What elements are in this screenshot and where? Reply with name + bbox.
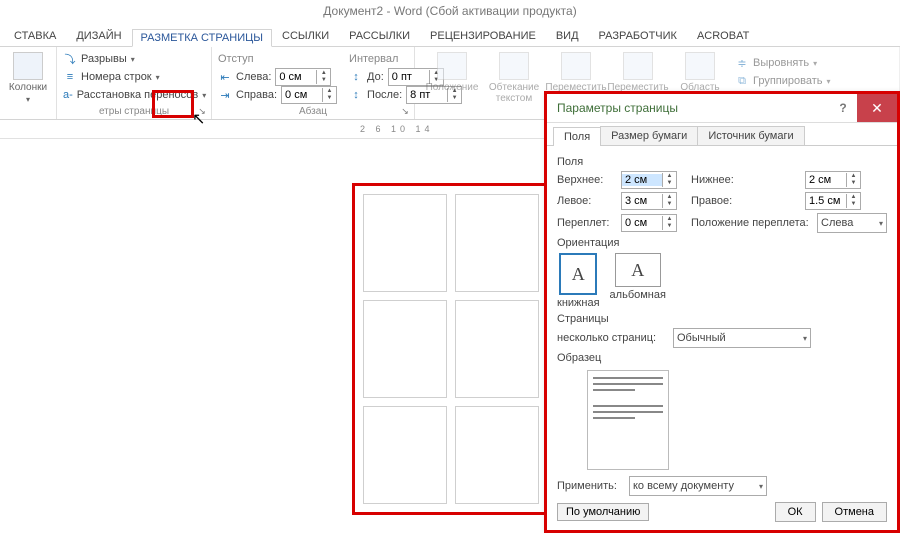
- line-numbers-icon: ≡: [63, 70, 77, 84]
- page-setup-launcher[interactable]: ↘: [196, 105, 208, 117]
- paragraph-launcher[interactable]: ↘: [399, 105, 411, 117]
- pages-section-label: Страницы: [557, 313, 887, 325]
- chevron-down-icon: ▾: [131, 55, 135, 64]
- document-canvas: ↖ Параметры страницы ? ✕ Поля Размер бум…: [0, 139, 900, 514]
- group-paragraph: Отступ ⇤Слева: ▲▼ ⇥Справа: ▲▼ Интервал ↕…: [212, 47, 415, 119]
- landscape-icon: A: [615, 253, 661, 287]
- margin-right-input[interactable]: ▲▼: [805, 192, 861, 210]
- indent-right-icon: ⇥: [218, 88, 232, 102]
- position-button[interactable]: Положение: [421, 50, 483, 106]
- top-label: Верхнее:: [557, 174, 615, 186]
- apply-to-select[interactable]: ко всему документу▾: [629, 476, 767, 496]
- align-icon: ≑: [735, 56, 749, 70]
- backward-icon: [623, 52, 653, 80]
- gutter-position-select[interactable]: Слева▾: [817, 213, 887, 233]
- chevron-down-icon: ▾: [156, 73, 160, 82]
- line-numbers-button[interactable]: ≡Номера строк▾: [63, 68, 205, 86]
- position-icon: [437, 52, 467, 80]
- page-setup-dialog: Параметры страницы ? ✕ Поля Размер бумаг…: [544, 91, 900, 533]
- portrait-icon: A: [559, 253, 597, 295]
- tab-review[interactable]: РЕЦЕНЗИРОВАНИЕ: [420, 26, 546, 46]
- hyphenation-icon: a-: [63, 88, 73, 102]
- ribbon-tabs: СТАВКА ДИЗАЙН РАЗМЕТКА СТРАНИЦЫ ССЫЛКИ Р…: [0, 22, 900, 47]
- tab-insert[interactable]: СТАВКА: [4, 26, 66, 46]
- preview-page: [363, 194, 447, 292]
- indent-left-icon: ⇤: [218, 70, 232, 84]
- launcher-highlight-box: [152, 90, 194, 118]
- dialog-title-text: Параметры страницы: [557, 101, 678, 115]
- tab-mailings[interactable]: РАССЫЛКИ: [339, 26, 420, 46]
- wrap-icon: [499, 52, 529, 80]
- default-button[interactable]: По умолчанию: [557, 503, 649, 521]
- sample-preview: [587, 370, 669, 470]
- gutter-pos-label: Положение переплета:: [691, 217, 811, 229]
- margin-bottom-input[interactable]: ▲▼: [805, 171, 861, 189]
- orientation-portrait[interactable]: Aкнижная: [557, 253, 600, 309]
- cancel-button[interactable]: Отмена: [822, 502, 887, 522]
- chevron-down-icon: ▾: [202, 91, 206, 100]
- tab-view[interactable]: ВИД: [546, 26, 589, 46]
- multi-pages-label: несколько страниц:: [557, 332, 667, 344]
- dialog-help-button[interactable]: ?: [829, 101, 857, 115]
- tab-developer[interactable]: РАЗРАБОТЧИК: [589, 26, 687, 46]
- gutter-input[interactable]: ▲▼: [621, 214, 677, 232]
- multi-page-preview: [352, 183, 550, 515]
- bottom-label: Нижнее:: [691, 174, 799, 186]
- columns-button[interactable]: Колонки ▾: [6, 50, 50, 106]
- preview-page: [455, 406, 539, 504]
- spacing-before-icon: ↕: [349, 70, 363, 84]
- margin-top-input[interactable]: ▲▼: [621, 171, 677, 189]
- sample-section-label: Образец: [557, 352, 887, 364]
- columns-icon: [13, 52, 43, 80]
- paragraph-group-label: Абзац: [218, 106, 408, 117]
- align-button[interactable]: ≑Выровнять▾: [735, 54, 831, 72]
- dialog-tabs: Поля Размер бумаги Источник бумаги: [547, 123, 897, 146]
- preview-page: [455, 194, 539, 292]
- tab-design[interactable]: ДИЗАЙН: [66, 26, 131, 46]
- orientation-landscape[interactable]: Aальбомная: [610, 253, 666, 309]
- multiple-pages-select[interactable]: Обычный▾: [673, 328, 811, 348]
- gutter-label: Переплет:: [557, 217, 615, 229]
- breaks-icon: ⤵: [63, 52, 77, 66]
- group-columns: Колонки ▾: [0, 47, 57, 119]
- indent-left-input[interactable]: ▲▼: [275, 68, 331, 86]
- chevron-down-icon: ▾: [26, 95, 30, 104]
- dialog-close-button[interactable]: ✕: [857, 94, 897, 122]
- forward-icon: [561, 52, 591, 80]
- preview-page: [363, 406, 447, 504]
- apply-to-label: Применить:: [557, 480, 623, 492]
- selection-icon: [685, 52, 715, 80]
- spacing-after-icon: ↕: [349, 88, 363, 102]
- group-objects-button[interactable]: ⧉Группировать▾: [735, 72, 831, 90]
- tab-references[interactable]: ССЫЛКИ: [272, 26, 339, 46]
- tab-acrobat[interactable]: ACROBAT: [687, 26, 759, 46]
- wrap-text-button[interactable]: Обтекание текстом: [483, 50, 545, 106]
- dialog-tab-margins[interactable]: Поля: [553, 127, 601, 146]
- dialog-tab-source[interactable]: Источник бумаги: [697, 126, 804, 145]
- window-title: Документ2 - Word (Сбой активации продукт…: [0, 0, 900, 22]
- group-icon: ⧉: [735, 74, 749, 88]
- indent-title: Отступ: [218, 50, 337, 68]
- columns-label: Колонки: [9, 82, 47, 93]
- right-label: Правое:: [691, 195, 799, 207]
- margin-left-input[interactable]: ▲▼: [621, 192, 677, 210]
- orientation-section-label: Ориентация: [557, 237, 887, 249]
- dialog-tab-paper[interactable]: Размер бумаги: [600, 126, 698, 145]
- dialog-titlebar: Параметры страницы ? ✕: [547, 94, 897, 123]
- left-label: Левое:: [557, 195, 615, 207]
- indent-right-input[interactable]: ▲▼: [281, 86, 337, 104]
- tab-page-layout[interactable]: РАЗМЕТКА СТРАНИЦЫ: [132, 29, 272, 47]
- ok-button[interactable]: ОК: [775, 502, 816, 522]
- preview-page: [363, 300, 447, 398]
- margins-section-label: Поля: [557, 156, 887, 168]
- preview-page: [455, 300, 539, 398]
- breaks-button[interactable]: ⤵Разрывы▾: [63, 50, 205, 68]
